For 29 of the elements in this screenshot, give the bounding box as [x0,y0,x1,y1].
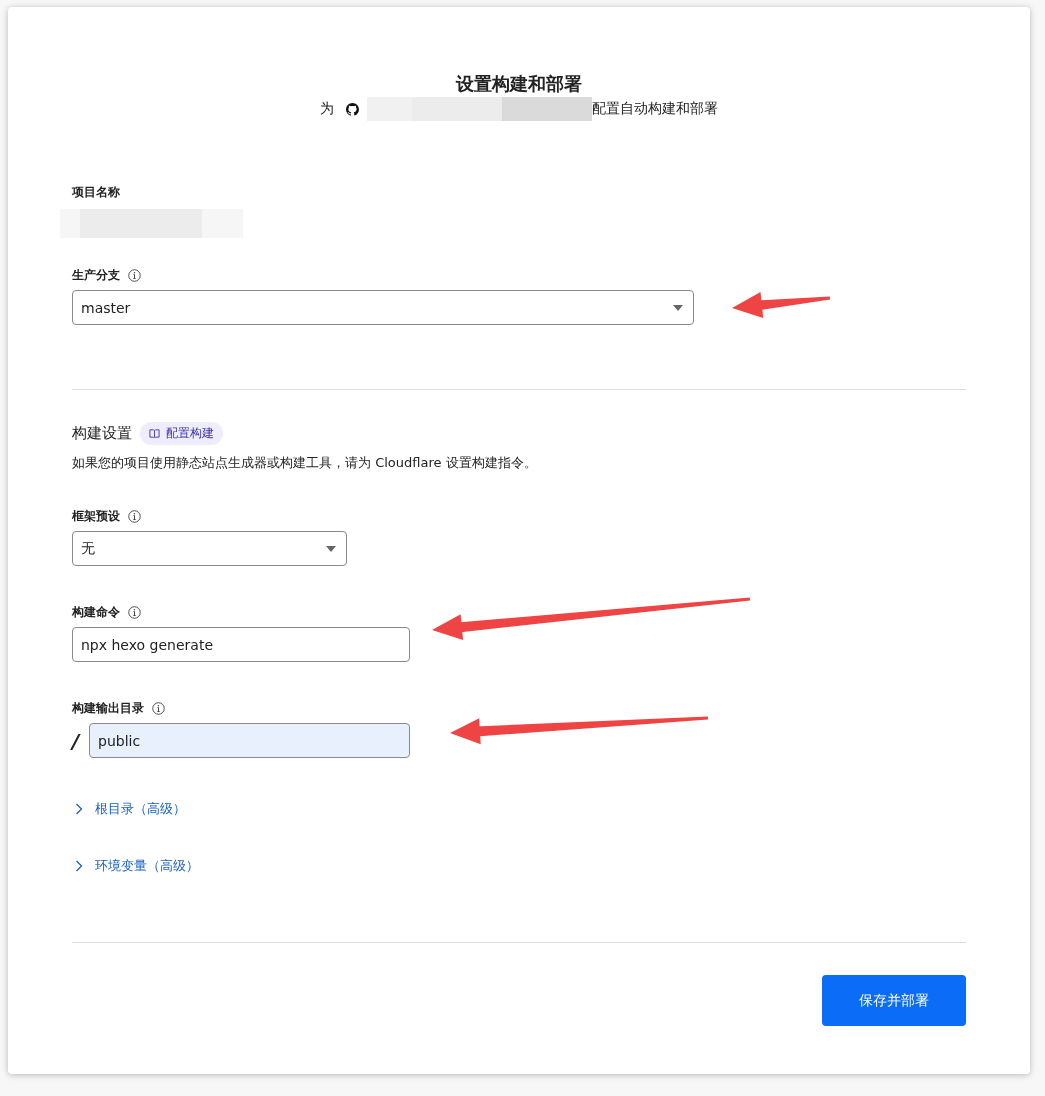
expand-link[interactable]: 根目录（高级） [72,800,186,818]
page-title: 设置构建和部署 [456,72,582,96]
info-icon [152,701,165,715]
subtitle-text: 配置自动构建和部署 [592,100,718,118]
field-label: 构建输出目录 [72,699,144,717]
expand-link[interactable]: 环境变量（高级） [72,857,199,875]
chevron-icon [75,860,83,872]
field-label: 项目名称 [72,184,121,201]
input-field[interactable]: npx hexo generate [72,627,410,662]
section-heading: 构建设置 [72,424,132,443]
info-icon [128,268,141,282]
field-label: 构建命令 [72,603,120,621]
caret-icon [673,304,683,311]
field-label: 框架预设 [72,507,120,525]
description-text: 如果您的项目使用静态站点生成器或构建工具，请为 Cloudflare 设置构建指令。 [72,454,538,472]
github-icon [346,102,359,116]
save-button[interactable]: 保存并部署 [822,975,966,1026]
caret-icon [326,545,336,552]
docs-badge-link[interactable]: 配置构建 [140,422,223,445]
field-label: 生产分支 [72,266,120,284]
branch-select[interactable]: master [72,290,694,325]
framework-select[interactable]: 无 [72,531,347,566]
info-icon [128,509,141,523]
book-icon [149,428,160,439]
info-icon [128,605,141,619]
path-prefix: / [72,728,79,753]
chevron-icon [75,803,83,815]
input-field[interactable]: public [89,723,410,758]
subtitle-text: 为 [320,100,334,118]
